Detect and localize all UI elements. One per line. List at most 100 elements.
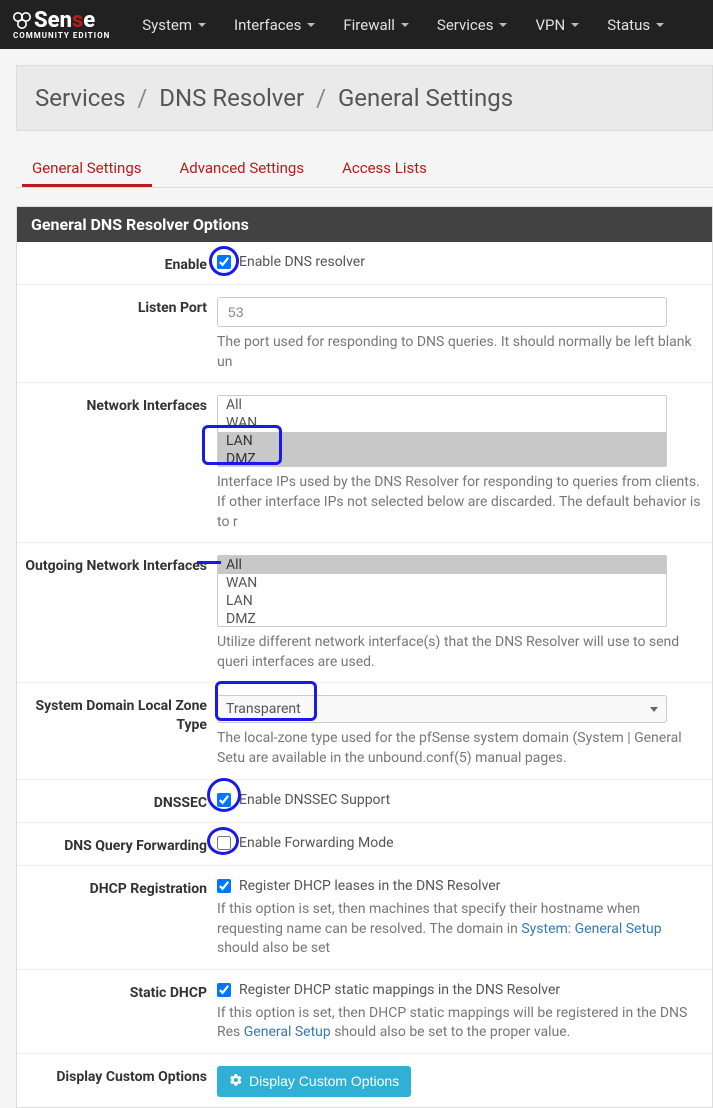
panel-header: General DNS Resolver Options — [17, 207, 712, 242]
forwarding-checkbox[interactable] — [217, 836, 231, 850]
nav-vpn[interactable]: VPN — [521, 2, 593, 48]
static-dhcp-checkbox[interactable] — [217, 983, 231, 997]
ni-option-all[interactable]: All — [218, 396, 666, 414]
nav-status-label: Status — [607, 16, 650, 34]
nav-services[interactable]: Services — [423, 2, 522, 48]
caret-icon — [401, 23, 409, 27]
label-listen-port: Listen Port — [17, 297, 217, 372]
zone-type-value: Transparent — [226, 701, 301, 717]
label-outgoing-interfaces: Outgoing Network Interfaces — [17, 555, 217, 672]
forwarding-checkbox-line[interactable]: Enable Forwarding Mode — [217, 835, 702, 851]
nav-status[interactable]: Status — [593, 2, 678, 48]
breadcrumb-bar: Services / DNS Resolver / General Settin… — [16, 65, 713, 131]
outgoing-interfaces-select[interactable]: All WAN LAN DMZ — [217, 555, 667, 627]
network-interfaces-help: Interface IPs used by the DNS Resolver f… — [217, 473, 702, 532]
tab-advanced[interactable]: Advanced Settings — [180, 159, 305, 185]
row-outgoing-interfaces: Outgoing Network Interfaces All WAN LAN … — [17, 543, 712, 683]
ni-option-wan[interactable]: WAN — [218, 414, 666, 432]
row-custom-options: Display Custom Options Display Custom Op… — [17, 1054, 712, 1107]
row-forwarding: DNS Query Forwarding Enable Forwarding M… — [17, 823, 712, 866]
enable-checkbox[interactable] — [217, 255, 231, 269]
ni-option-dmz[interactable]: DMZ — [218, 450, 666, 467]
tab-general[interactable]: General Settings — [32, 159, 142, 185]
enable-checkbox-line[interactable]: Enable DNS resolver — [217, 254, 702, 270]
label-network-interfaces: Network Interfaces — [17, 395, 217, 532]
crumb-current: General Settings — [338, 84, 513, 112]
row-listen-port: Listen Port The port used for responding… — [17, 285, 712, 383]
tabs-underline — [16, 187, 713, 188]
crumb-resolver[interactable]: DNS Resolver — [159, 84, 304, 112]
zone-type-help: The local-zone type used for the pfSense… — [217, 729, 702, 768]
row-network-interfaces: Network Interfaces All WAN LAN DMZ Inter… — [17, 383, 712, 543]
dhcp-reg-checkbox-line[interactable]: Register DHCP leases in the DNS Resolver — [217, 878, 702, 894]
oi-option-lan[interactable]: LAN — [218, 592, 666, 610]
gear-icon — [229, 1073, 243, 1090]
brand-name-red: s — [72, 10, 83, 32]
dhcp-reg-checkbox[interactable] — [217, 879, 231, 893]
label-dhcp-registration: DHCP Registration — [17, 878, 217, 959]
oi-option-all[interactable]: All — [218, 556, 666, 574]
link-general-setup[interactable]: General Setup — [244, 1024, 331, 1040]
brand-name-pre: Sen — [34, 10, 72, 32]
display-custom-options-button[interactable]: Display Custom Options — [217, 1066, 411, 1097]
crumb-sep: / — [310, 84, 332, 112]
caret-icon — [198, 23, 206, 27]
label-zone-type: System Domain Local Zone Type — [17, 695, 217, 768]
link-system-general-setup[interactable]: System: General Setup — [521, 921, 661, 937]
label-forwarding: DNS Query Forwarding — [17, 835, 217, 855]
listen-port-help: The port used for responding to DNS quer… — [217, 333, 702, 372]
custom-options-button-label: Display Custom Options — [249, 1073, 399, 1089]
label-static-dhcp: Static DHCP — [17, 982, 217, 1043]
nav-firewall-label: Firewall — [343, 16, 395, 34]
caret-icon — [571, 23, 579, 27]
nav-interfaces-label: Interfaces — [234, 16, 301, 34]
nav-system[interactable]: System — [128, 2, 220, 48]
brand-logo[interactable]: Sense COMMUNITY EDITION — [12, 10, 110, 40]
nav-items: System Interfaces Firewall Services VPN … — [128, 2, 678, 48]
label-custom-options: Display Custom Options — [17, 1066, 217, 1097]
dnssec-checkbox-line[interactable]: Enable DNSSEC Support — [217, 792, 702, 808]
nav-services-label: Services — [437, 16, 494, 34]
crumb-sep: / — [131, 84, 153, 112]
static-dhcp-checkbox-label: Register DHCP static mappings in the DNS… — [239, 982, 560, 998]
listen-port-input[interactable] — [217, 297, 667, 327]
enable-checkbox-label: Enable DNS resolver — [239, 254, 365, 270]
nav-system-label: System — [142, 16, 192, 34]
ni-option-lan[interactable]: LAN — [218, 432, 666, 450]
nav-vpn-label: VPN — [535, 16, 565, 34]
oi-option-dmz[interactable]: DMZ — [218, 610, 666, 627]
caret-icon — [307, 23, 315, 27]
brand-name-post: e — [83, 10, 95, 32]
dhcp-reg-checkbox-label: Register DHCP leases in the DNS Resolver — [239, 878, 500, 894]
dnssec-checkbox[interactable] — [217, 793, 231, 807]
dnssec-checkbox-label: Enable DNSSEC Support — [239, 792, 390, 808]
caret-icon — [499, 23, 507, 27]
zone-type-select[interactable]: Transparent — [217, 695, 667, 723]
static-dhcp-help: If this option is set, then DHCP static … — [217, 1004, 702, 1043]
oi-option-wan[interactable]: WAN — [218, 574, 666, 592]
label-enable: Enable — [17, 254, 217, 274]
nav-firewall[interactable]: Firewall — [329, 2, 423, 48]
caret-icon — [656, 23, 664, 27]
brand-subtitle: COMMUNITY EDITION — [13, 32, 110, 40]
static-dhcp-checkbox-line[interactable]: Register DHCP static mappings in the DNS… — [217, 982, 702, 998]
row-static-dhcp: Static DHCP Register DHCP static mapping… — [17, 970, 712, 1054]
network-interfaces-select[interactable]: All WAN LAN DMZ — [217, 395, 667, 467]
chevron-down-icon — [650, 707, 658, 712]
row-zone-type: System Domain Local Zone Type Transparen… — [17, 683, 712, 779]
tab-access[interactable]: Access Lists — [342, 159, 427, 185]
label-dnssec: DNSSEC — [17, 792, 217, 812]
nav-interfaces[interactable]: Interfaces — [220, 2, 329, 48]
row-dnssec: DNSSEC Enable DNSSEC Support — [17, 780, 712, 823]
logo-icon — [12, 11, 32, 31]
top-nav: Sense COMMUNITY EDITION System Interface… — [0, 0, 713, 49]
outgoing-interfaces-help: Utilize different network interface(s) t… — [217, 633, 702, 672]
dhcp-reg-help: If this option is set, then machines tha… — [217, 900, 702, 959]
tabs: General Settings Advanced Settings Acces… — [32, 159, 713, 185]
crumb-services[interactable]: Services — [35, 84, 125, 112]
forwarding-checkbox-label: Enable Forwarding Mode — [239, 835, 394, 851]
breadcrumb: Services / DNS Resolver / General Settin… — [35, 84, 694, 112]
row-enable: Enable Enable DNS resolver — [17, 242, 712, 285]
settings-panel: General DNS Resolver Options Enable Enab… — [16, 206, 713, 1108]
row-dhcp-registration: DHCP Registration Register DHCP leases i… — [17, 866, 712, 970]
